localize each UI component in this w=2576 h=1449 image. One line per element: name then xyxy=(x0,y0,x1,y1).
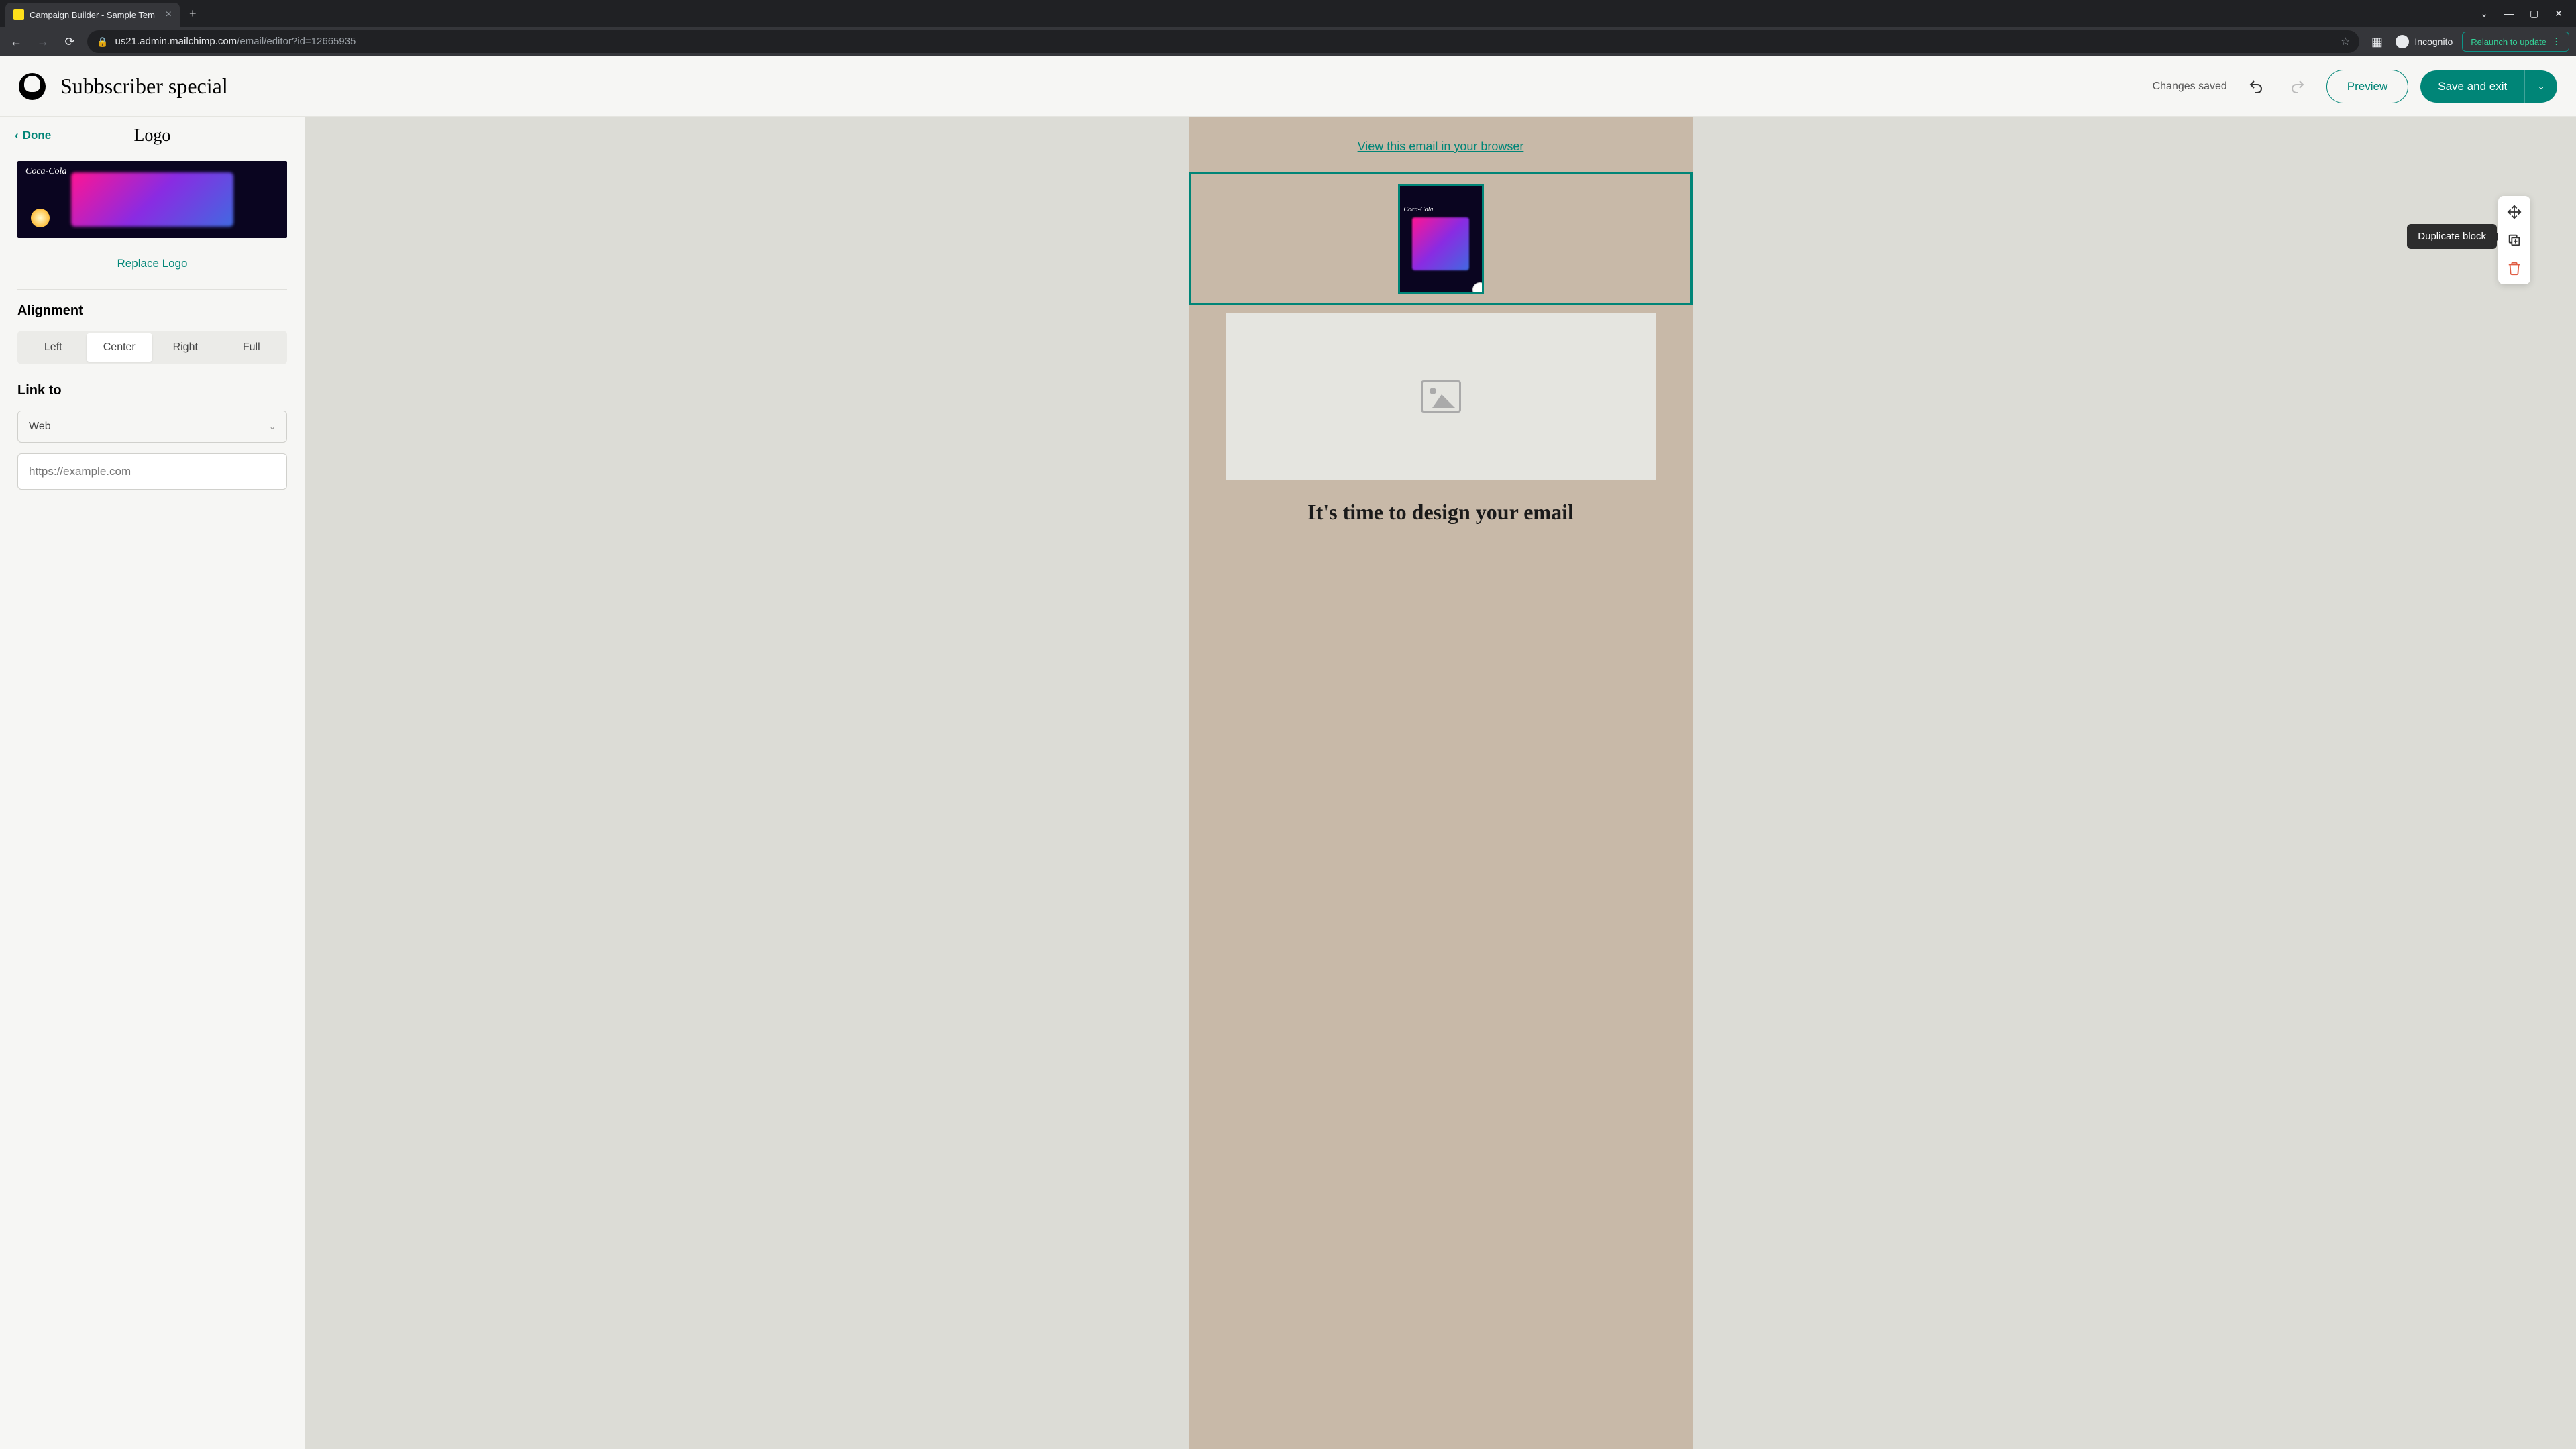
tabs-dropdown-icon[interactable]: ⌄ xyxy=(2480,8,2488,19)
linkto-select[interactable]: Web ⌄ xyxy=(17,411,287,443)
nav-bar: ← → ⟳ 🔒 us21.admin.mailchimp.com/email/e… xyxy=(0,27,2576,56)
relaunch-button[interactable]: Relaunch to update ⋮ xyxy=(2462,32,2569,52)
url-path: /email/editor?id=12665935 xyxy=(237,36,356,47)
lock-icon: 🔒 xyxy=(97,36,108,48)
incognito-icon xyxy=(2396,35,2409,48)
duplicate-block-button[interactable] xyxy=(2504,229,2525,251)
reload-icon[interactable]: ⟳ xyxy=(60,32,79,51)
duplicate-tooltip: Duplicate block xyxy=(2407,224,2497,249)
hero-heading[interactable]: It's time to design your email xyxy=(1189,500,1693,525)
bookmark-star-icon[interactable]: ☆ xyxy=(2341,35,2350,48)
block-toolbar xyxy=(2498,196,2530,284)
url-host: us21.admin.mailchimp.com xyxy=(115,36,237,47)
url-bar[interactable]: 🔒 us21.admin.mailchimp.com/email/editor?… xyxy=(87,30,2359,53)
chevron-down-icon: ⌄ xyxy=(269,422,276,431)
kebab-icon: ⋮ xyxy=(2552,36,2561,47)
logo-block-selected[interactable]: Coca-Cola xyxy=(1189,172,1693,305)
forward-icon[interactable]: → xyxy=(34,32,52,51)
extensions-icon[interactable]: ▦ xyxy=(2367,32,2386,51)
undo-button[interactable] xyxy=(2243,74,2269,99)
window-controls: ⌄ — ▢ ✕ xyxy=(2480,8,2576,19)
logo-preview[interactable]: Coca-Cola xyxy=(17,161,287,238)
view-in-browser-link[interactable]: View this email in your browser xyxy=(1189,140,1693,154)
divider xyxy=(17,289,287,290)
close-tab-icon[interactable]: × xyxy=(166,9,172,21)
linkto-label: Link to xyxy=(17,383,287,398)
sidebar-title: Logo xyxy=(134,125,171,146)
incognito-badge: Incognito xyxy=(2396,35,2453,48)
email-body: View this email in your browser Coca-Col… xyxy=(1189,117,1693,1449)
redo-button[interactable] xyxy=(2285,74,2310,99)
new-tab-button[interactable]: + xyxy=(189,7,197,21)
campaign-name[interactable]: Subbscriber special xyxy=(60,74,228,99)
tab-strip: Campaign Builder - Sample Tem × + ⌄ — ▢ … xyxy=(0,0,2576,27)
minimize-icon[interactable]: — xyxy=(2504,8,2514,19)
align-full[interactable]: Full xyxy=(219,333,285,362)
linkto-url-input[interactable] xyxy=(17,453,287,490)
logo-image[interactable]: Coca-Cola xyxy=(1398,184,1484,294)
browser-tab[interactable]: Campaign Builder - Sample Tem × xyxy=(5,3,180,27)
canvas[interactable]: View this email in your browser Coca-Col… xyxy=(305,117,2576,1449)
alignment-control: Left Center Right Full xyxy=(17,331,287,364)
replace-logo-link[interactable]: Replace Logo xyxy=(17,257,287,270)
save-dropdown-button[interactable]: ⌄ xyxy=(2524,70,2557,103)
image-placeholder-icon xyxy=(1421,380,1461,413)
sidebar: ‹ Done Logo Coca-Cola Replace Logo Align… xyxy=(0,117,305,1449)
back-icon[interactable]: ← xyxy=(7,32,25,51)
image-placeholder-block[interactable] xyxy=(1226,313,1656,480)
save-exit-button[interactable]: Save and exit xyxy=(2420,70,2524,103)
align-right[interactable]: Right xyxy=(152,333,219,362)
move-block-button[interactable] xyxy=(2504,201,2525,223)
app-header: Subbscriber special Changes saved Previe… xyxy=(0,56,2576,117)
close-window-icon[interactable]: ✕ xyxy=(2555,8,2563,19)
tab-title: Campaign Builder - Sample Tem xyxy=(30,10,160,20)
resize-handle[interactable] xyxy=(1472,282,1484,294)
save-status: Changes saved xyxy=(2153,80,2227,93)
align-left[interactable]: Left xyxy=(20,333,87,362)
preview-button[interactable]: Preview xyxy=(2326,70,2408,103)
delete-block-button[interactable] xyxy=(2504,258,2525,279)
mailchimp-logo[interactable] xyxy=(19,73,46,100)
alignment-label: Alignment xyxy=(17,303,287,319)
maximize-icon[interactable]: ▢ xyxy=(2530,8,2538,19)
align-center[interactable]: Center xyxy=(87,333,153,362)
mailchimp-favicon xyxy=(13,9,24,20)
done-button[interactable]: ‹ Done xyxy=(15,129,51,142)
chevron-left-icon: ‹ xyxy=(15,129,19,142)
